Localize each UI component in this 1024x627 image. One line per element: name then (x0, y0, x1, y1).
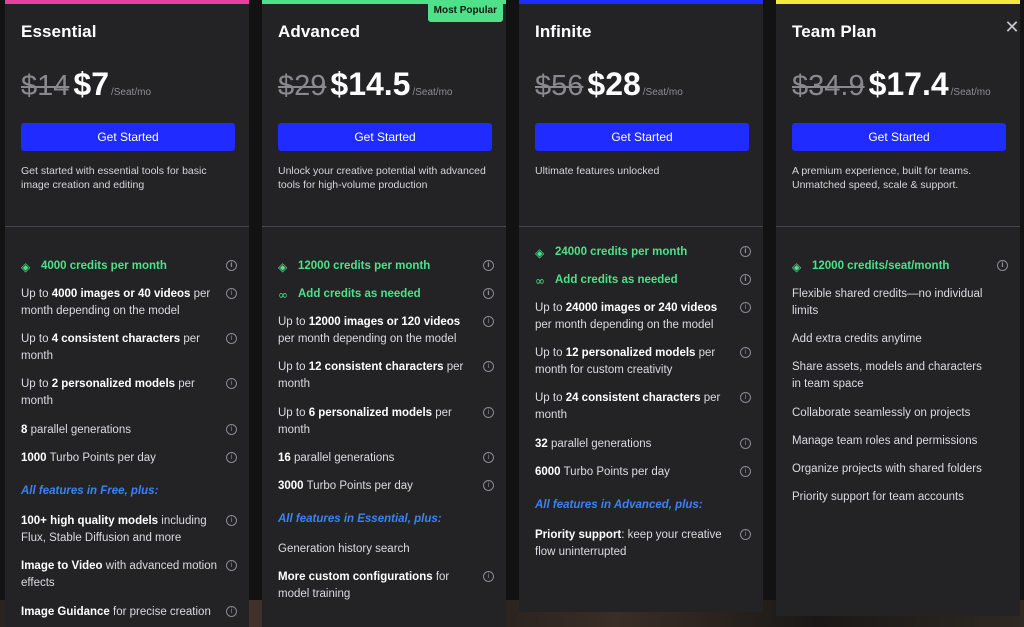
plan-card-1: Most Popular Advanced $29 $14.5/Seat/mo Get … (262, 0, 506, 627)
feature-item: Priority support for team accounts (792, 491, 964, 503)
plan-card-2: Infinite $56 $28/Seat/mo Get Started Ultimat… (519, 0, 763, 612)
feature-item: Manage team roles and permissions (792, 435, 978, 447)
gem-icon: ◈ (535, 246, 545, 260)
feature-item: 3000 Turbo Points per day i (278, 478, 506, 495)
info-icon[interactable]: i (740, 246, 751, 257)
feature-item: 32 parallel generations i (535, 436, 763, 453)
feature-item: Up to 12 personalized models per month f… (535, 345, 763, 379)
info-icon[interactable]: i (740, 347, 751, 358)
infinity-icon: ∞ (278, 288, 288, 302)
feature-list: ◈ 12000 credits per month i ∞ Add credits as… (262, 0, 506, 627)
info-icon[interactable]: i (226, 288, 237, 299)
feature-item-highlight: ◈ 12000 credits per month i (278, 258, 506, 275)
features-section-label: All features in Free, plus: (21, 485, 159, 497)
feature-item-highlight: ∞ Add credits as needed i (535, 272, 763, 289)
info-icon[interactable]: i (740, 438, 751, 449)
feature-item: Up to 24000 images or 240 videos per mon… (535, 300, 763, 334)
feature-item: Image Guidance for precise creation i (21, 604, 249, 621)
info-icon[interactable]: i (483, 260, 494, 271)
info-icon[interactable]: i (226, 333, 237, 344)
feature-item: More custom configurations for model tra… (278, 569, 506, 603)
gem-icon: ◈ (278, 260, 288, 274)
info-icon[interactable]: i (226, 452, 237, 463)
feature-item: Share assets, models and characters in t… (792, 361, 982, 390)
plan-card-3: Team Plan $34.9 $17.4/Seat/mo Get Started A … (776, 0, 1020, 616)
feature-item: 16 parallel generations i (278, 450, 506, 467)
gem-icon: ◈ (792, 260, 802, 274)
feature-item-highlight: ◈ 24000 credits per month i (535, 244, 763, 261)
feature-item-highlight: ◈ 12000 credits/seat/month i (792, 258, 1020, 275)
feature-item: Up to 12000 images or 120 videos per mon… (278, 314, 506, 348)
feature-item: Add extra credits anytime (792, 333, 922, 345)
feature-item: Up to 24 consistent characters per month… (535, 390, 763, 424)
gem-icon: ◈ (21, 260, 31, 274)
feature-item: 100+ high quality models including Flux,… (21, 513, 249, 547)
feature-list: ◈ 12000 credits/seat/month i Flexible share… (776, 0, 1020, 616)
info-icon[interactable]: i (226, 606, 237, 617)
info-icon[interactable]: i (997, 260, 1008, 271)
info-icon[interactable]: i (483, 480, 494, 491)
features-section-label: All features in Essential, plus: (278, 513, 442, 525)
info-icon[interactable]: i (226, 560, 237, 571)
feature-item: Flexible shared credits—no individual li… (792, 288, 983, 317)
info-icon[interactable]: i (740, 529, 751, 540)
info-icon[interactable]: i (483, 407, 494, 418)
info-icon[interactable]: i (483, 288, 494, 299)
feature-item-highlight: ∞ Add credits as needed i (278, 286, 506, 303)
info-icon[interactable]: i (483, 361, 494, 372)
info-icon[interactable]: i (740, 392, 751, 403)
info-icon[interactable]: i (740, 302, 751, 313)
feature-item: Image to Video with advanced motion effe… (21, 558, 249, 592)
feature-item: Generation history search (278, 543, 410, 555)
feature-item: 1000 Turbo Points per day i (21, 450, 249, 467)
info-icon[interactable]: i (483, 452, 494, 463)
feature-item: Priority support: keep your creative flo… (535, 527, 763, 561)
info-icon[interactable]: i (226, 378, 237, 389)
plan-card-0: Essential $14 $7/Seat/mo Get Started Get sta… (5, 0, 249, 627)
feature-item: Up to 4000 images or 40 videos per month… (21, 286, 249, 320)
info-icon[interactable]: i (483, 316, 494, 327)
info-icon[interactable]: i (226, 424, 237, 435)
feature-item: Up to 4 consistent characters per month i (21, 331, 249, 365)
feature-list: ◈ 4000 credits per month i Up to 4000 image… (5, 0, 249, 627)
feature-item: 8 parallel generations i (21, 422, 249, 439)
feature-item-highlight: ◈ 4000 credits per month i (21, 258, 249, 275)
features-section-label: All features in Advanced, plus: (535, 499, 703, 511)
info-icon[interactable]: i (740, 466, 751, 477)
infinity-icon: ∞ (535, 274, 545, 288)
feature-item: Up to 6 personalized models per month i (278, 405, 506, 439)
feature-list: ◈ 24000 credits per month i ∞ Add credits as… (519, 0, 763, 612)
info-icon[interactable]: i (740, 274, 751, 285)
close-icon[interactable]: ✕ (1004, 19, 1020, 37)
info-icon[interactable]: i (226, 260, 237, 271)
info-icon[interactable]: i (483, 571, 494, 582)
feature-item: Up to 2 personalized models per month i (21, 376, 249, 410)
feature-item: Up to 12 consistent characters per month… (278, 359, 506, 393)
feature-item: Collaborate seamlessly on projects (792, 407, 971, 419)
feature-item: 6000 Turbo Points per day i (535, 464, 763, 481)
info-icon[interactable]: i (226, 515, 237, 526)
feature-item: Organize projects with shared folders (792, 463, 982, 475)
